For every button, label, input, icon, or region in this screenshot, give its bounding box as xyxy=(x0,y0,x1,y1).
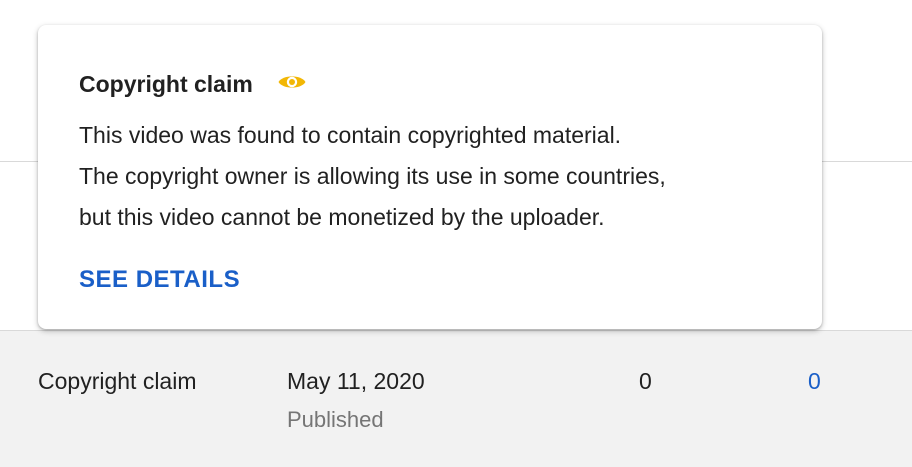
popover-title: Copyright claim xyxy=(79,71,253,97)
views-cell: 0 xyxy=(639,368,652,394)
table-row[interactable]: Copyright claim May 11, 2020 Published 0… xyxy=(0,330,912,467)
date-cell: May 11, 2020 xyxy=(287,368,425,394)
popover-header: Copyright claim xyxy=(79,70,307,98)
copyright-claim-popover: Copyright claim This video was found to … xyxy=(38,25,822,329)
status-cell: Published xyxy=(287,407,384,432)
popover-message-line: The copyright owner is allowing its use … xyxy=(79,163,666,189)
popover-message-line: but this video cannot be monetized by th… xyxy=(79,204,605,230)
eye-icon xyxy=(277,72,307,92)
see-details-link[interactable]: SEE DETAILS xyxy=(79,265,240,295)
comments-link[interactable]: 0 xyxy=(808,367,821,395)
restrictions-cell[interactable]: Copyright claim xyxy=(38,367,197,395)
popover-message-line: This video was found to contain copyrigh… xyxy=(79,122,622,148)
popover-message: This video was found to contain copyrigh… xyxy=(79,115,789,238)
